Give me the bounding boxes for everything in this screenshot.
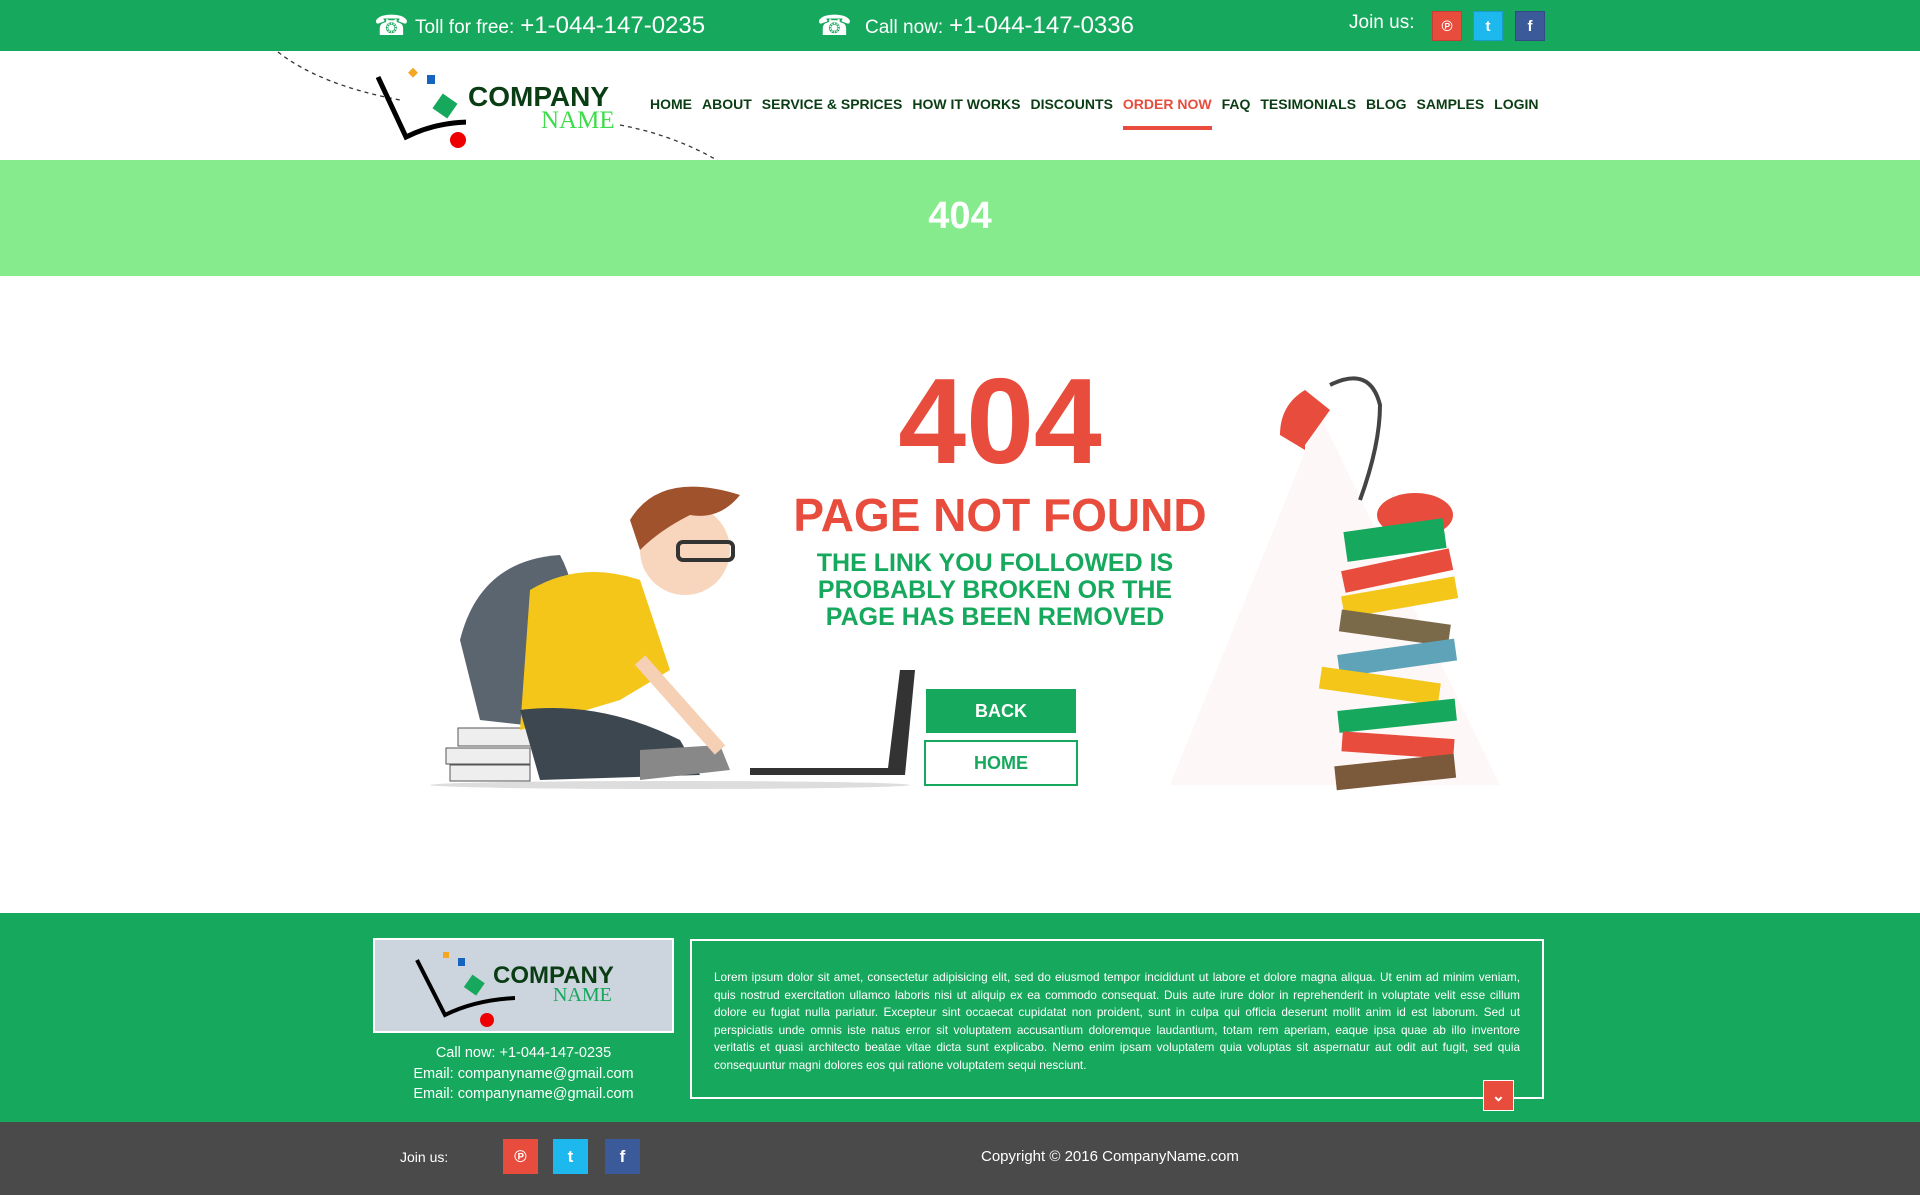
- twitter-icon[interactable]: t: [1473, 11, 1503, 41]
- footer-contact: Call now: +1-044-147-0235 Email: company…: [373, 1043, 674, 1105]
- footer-logo[interactable]: COMPANY NAME: [373, 938, 674, 1033]
- nav-item-faq[interactable]: FAQ: [1222, 96, 1251, 130]
- nav-item-how-it-works[interactable]: HOW IT WORKS: [912, 96, 1020, 130]
- join-us-label: Join us:: [400, 1149, 449, 1165]
- nav-item-samples[interactable]: SAMPLES: [1416, 96, 1484, 130]
- top-bar: ☎ Toll for free: +1-044-147-0235 ☎ Call n…: [0, 0, 1920, 51]
- toll-free-contact: Toll for free: +1-044-147-0235: [415, 12, 705, 40]
- pinterest-icon[interactable]: ℗: [1432, 11, 1462, 41]
- call-number[interactable]: +1-044-147-0336: [949, 12, 1134, 39]
- chevron-down-icon[interactable]: ⌄: [1483, 1080, 1514, 1111]
- home-button[interactable]: HOME: [924, 740, 1078, 786]
- logo[interactable]: COMPANY NAME: [376, 67, 621, 152]
- footer-about-text: Lorem ipsum dolor sit amet, consectetur …: [690, 939, 1544, 1099]
- nav-item-home[interactable]: HOME: [650, 96, 692, 130]
- footer-email[interactable]: Email: companyname@gmail.com: [373, 1064, 674, 1085]
- footer-email[interactable]: Email: companyname@gmail.com: [373, 1084, 674, 1105]
- nav-item-blog[interactable]: BLOG: [1366, 96, 1406, 130]
- facebook-icon[interactable]: f: [605, 1139, 640, 1174]
- bottom-bar: Join us: ℗ t f Copyright © 2016 CompanyN…: [0, 1122, 1920, 1195]
- logo-name-text: NAME: [541, 107, 615, 134]
- nav-item-discounts[interactable]: DISCOUNTS: [1030, 96, 1112, 130]
- error-title: PAGE NOT FOUND: [793, 489, 1207, 541]
- back-button[interactable]: BACK: [926, 689, 1076, 733]
- twitter-icon[interactable]: t: [553, 1139, 588, 1174]
- error-message: THE LINK YOU FOLLOWED IS PROBABLY BROKEN…: [816, 549, 1174, 631]
- pinterest-icon[interactable]: ℗: [503, 1139, 538, 1174]
- copyright-text: Copyright © 2016 CompanyName.com: [981, 1148, 1239, 1165]
- main-nav: HOME ABOUT SERVICE & SPRICES HOW IT WORKS DI…: [650, 96, 1539, 130]
- banner-title: 404: [928, 195, 992, 237]
- facebook-icon[interactable]: f: [1515, 11, 1545, 41]
- page-banner: 404: [0, 160, 1920, 276]
- nav-item-tesimonials[interactable]: TESIMONIALS: [1260, 96, 1356, 130]
- call-now-contact: Call now: +1-044-147-0336: [865, 12, 1134, 40]
- join-us-label: Join us:: [1349, 12, 1415, 33]
- logo-mark-icon: [376, 67, 466, 148]
- call-label: Call now:: [865, 17, 944, 38]
- toll-label: Toll for free:: [415, 17, 515, 38]
- nav-item-order-now[interactable]: ORDER NOW: [1122, 96, 1212, 130]
- nav-item-service-sprices[interactable]: SERVICE & SPRICES: [762, 96, 903, 130]
- phone-icon: ☎: [374, 10, 409, 41]
- error-code: 404: [898, 353, 1102, 489]
- logo-name-text: NAME: [553, 984, 612, 1006]
- phone-icon: ☎: [817, 10, 852, 41]
- footer-call[interactable]: Call now: +1-044-147-0235: [373, 1043, 674, 1064]
- nav-item-login[interactable]: LOGIN: [1494, 96, 1538, 130]
- toll-number[interactable]: +1-044-147-0235: [520, 12, 705, 39]
- nav-item-about[interactable]: ABOUT: [702, 96, 752, 130]
